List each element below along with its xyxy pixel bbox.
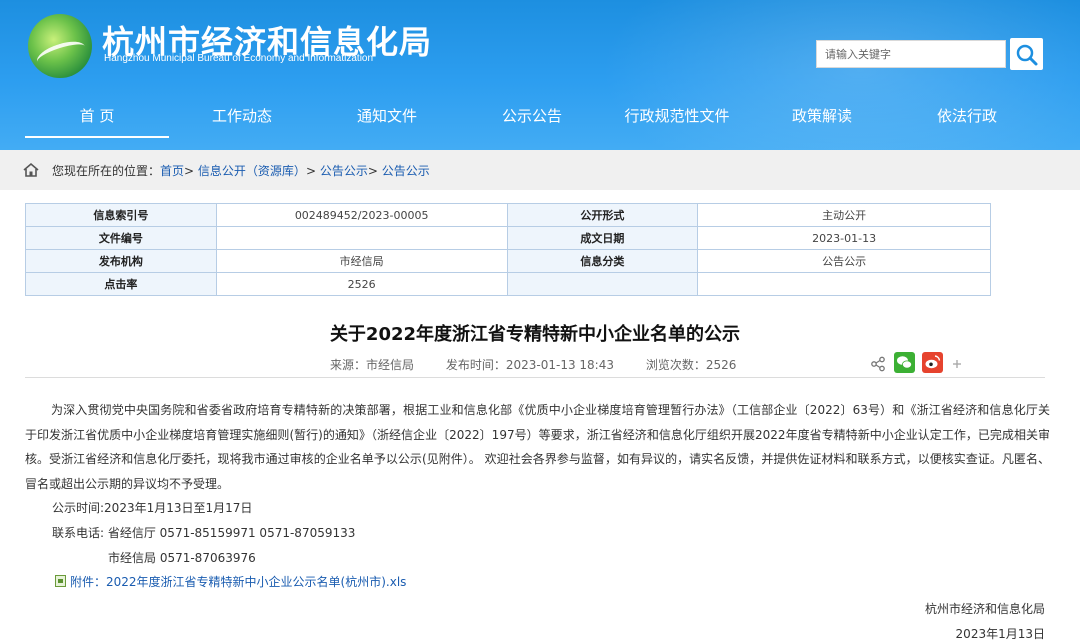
info-value: 002489452/2023-00005 <box>215 203 508 227</box>
info-value <box>215 226 508 250</box>
breadcrumb-link-current[interactable]: 公告公示 <box>382 164 430 178</box>
site-header: 杭州市经济和信息化局 Hangzhou Municipal Bureau of … <box>0 0 1080 150</box>
search-button[interactable] <box>1010 38 1043 70</box>
weibo-icon[interactable] <box>922 352 943 373</box>
spreadsheet-icon <box>55 575 66 587</box>
breadcrumb-separator: > <box>305 164 316 178</box>
search-icon <box>1016 44 1038 66</box>
signature-org: 杭州市经济和信息化局 <box>924 602 1045 616</box>
nav-item-notices[interactable]: 通知文件 <box>327 96 447 138</box>
info-label: 信息分类 <box>506 249 699 273</box>
article-view-count: 浏览次数：2526 <box>645 358 737 372</box>
info-label: 文件编号 <box>25 226 217 250</box>
divider <box>25 377 1045 378</box>
table-row: 点击率 2526 <box>25 272 991 296</box>
breadcrumb-link-announcements[interactable]: 公告公示 <box>320 164 368 178</box>
signature-date: 2023年1月13日 <box>955 627 1045 641</box>
breadcrumb-prefix: 您现在所在的位置： <box>52 164 161 178</box>
nav-item-policy-interpretation[interactable]: 政策解读 <box>762 96 882 138</box>
breadcrumb-link-home[interactable]: 首页 <box>160 164 184 178</box>
breadcrumb-separator: > <box>184 164 195 178</box>
info-label: 发布机构 <box>25 249 217 273</box>
info-value: 公告公示 <box>697 249 991 273</box>
wechat-icon[interactable] <box>894 352 915 373</box>
info-value: 市经信局 <box>215 249 508 273</box>
breadcrumb-link-info-public[interactable]: 信息公开（资源库） <box>198 164 306 178</box>
info-label: 信息索引号 <box>25 203 217 227</box>
table-row: 文件编号 成文日期 2023-01-13 <box>25 226 991 250</box>
info-label: 成文日期 <box>506 226 699 250</box>
table-row: 信息索引号 002489452/2023-00005 公开形式 主动公开 <box>25 203 991 227</box>
info-label: 点击率 <box>25 272 217 296</box>
nav-item-home[interactable]: 首 页 <box>25 96 169 138</box>
article-source: 来源：市经信局 <box>330 358 415 372</box>
article-meta: 来源：市经信局 发布时间：2023-01-13 18:43 浏览次数：2526 <box>330 356 764 373</box>
site-subtitle: Hangzhou Municipal Bureau of Economy and… <box>104 53 374 64</box>
attachment-link[interactable]: 附件：2022年度浙江省专精特新中小企业公示名单(杭州市).xls <box>55 573 406 590</box>
bureau-logo[interactable] <box>28 14 92 78</box>
info-label <box>506 272 699 296</box>
article-body-paragraph: 为深入贯彻党中央国务院和省委省政府培育专精特新的决策部署，根据工业和信息化部《优… <box>25 403 1050 491</box>
nav-item-regulations[interactable]: 行政规范性文件 <box>612 96 742 138</box>
nav-item-law-administration[interactable]: 依法行政 <box>907 96 1027 138</box>
share-icon[interactable] <box>870 356 886 372</box>
contact-phone-province: 联系电话: 省经信厅 0571-85159971 0571-87059133 <box>52 526 356 540</box>
article-title: 关于2022年度浙江省专精特新中小企业名单的公示 <box>329 324 741 345</box>
attachment-label: 附件：2022年度浙江省专精特新中小企业公示名单(杭州市).xls <box>70 575 407 589</box>
article-publish-time: 发布时间：2023-01-13 18:43 <box>445 358 614 372</box>
breadcrumb-separator: > <box>367 164 378 178</box>
breadcrumb-trail: 您现在所在的位置：首页> 信息公开（资源库）> 公告公示> 公告公示 <box>52 162 430 179</box>
document-info-table: 信息索引号 002489452/2023-00005 公开形式 主动公开 文件编… <box>25 203 991 296</box>
contact-phone-city: 市经信局 0571-87063976 <box>108 551 256 565</box>
table-row: 发布机构 市经信局 信息分类 公告公示 <box>25 249 991 273</box>
nav-item-announcements[interactable]: 公示公告 <box>472 96 592 138</box>
search-input[interactable] <box>816 40 1006 68</box>
breadcrumb: 您现在所在的位置：首页> 信息公开（资源库）> 公告公示> 公告公示 <box>0 150 1080 190</box>
nav-item-work-news[interactable]: 工作动态 <box>182 96 302 138</box>
plus-icon[interactable] <box>952 359 962 369</box>
info-value: 2526 <box>215 272 508 296</box>
info-label: 公开形式 <box>506 203 699 227</box>
info-value: 2023-01-13 <box>697 226 991 250</box>
main-nav: 首 页 工作动态 通知文件 公示公告 行政规范性文件 政策解读 依法行政 <box>0 96 1080 138</box>
announcement-period: 公示时间:2023年1月13日至1月17日 <box>52 501 253 515</box>
home-icon <box>23 162 39 177</box>
info-value: 主动公开 <box>697 203 991 227</box>
info-value <box>697 272 991 296</box>
